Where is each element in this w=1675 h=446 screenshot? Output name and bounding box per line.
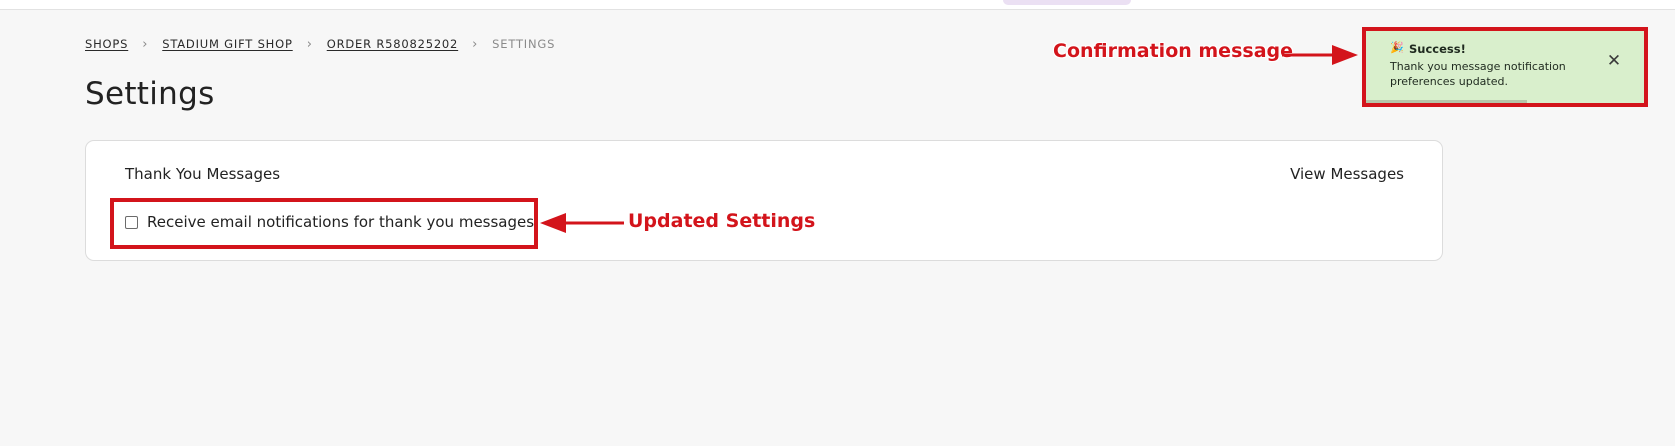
breadcrumb-shops[interactable]: SHOPS (85, 37, 128, 51)
top-bar (0, 0, 1675, 10)
chevron-right-icon: › (306, 36, 313, 52)
breadcrumb-current: SETTINGS (492, 37, 556, 51)
view-messages-link[interactable]: View Messages (1290, 165, 1404, 183)
breadcrumb-order[interactable]: ORDER R580825202 (327, 37, 458, 51)
page-title: Settings (85, 76, 215, 112)
chevron-right-icon: › (472, 36, 479, 52)
updated-settings-annotation: Updated Settings (628, 210, 816, 232)
top-bar-accent (1003, 0, 1131, 5)
updated-settings-arrow (540, 213, 624, 233)
confirmation-highlight (1362, 27, 1648, 107)
breadcrumb-stadium-gift-shop[interactable]: STADIUM GIFT SHOP (162, 37, 292, 51)
breadcrumb: SHOPS › STADIUM GIFT SHOP › ORDER R58082… (85, 36, 555, 52)
confirmation-arrow (1282, 45, 1358, 65)
updated-settings-highlight (110, 198, 538, 249)
confirmation-annotation: Confirmation message (1053, 40, 1293, 62)
card-title: Thank You Messages (125, 165, 281, 183)
chevron-right-icon: › (142, 36, 149, 52)
